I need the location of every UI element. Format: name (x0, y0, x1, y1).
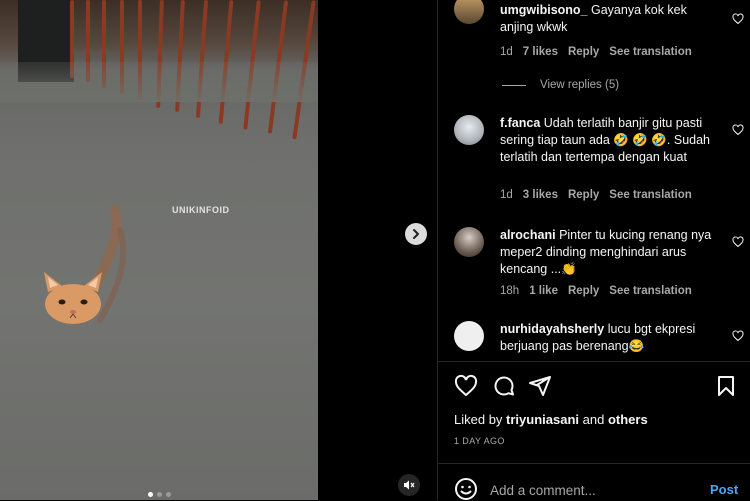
share-icon[interactable] (528, 374, 552, 398)
reply-button[interactable]: Reply (568, 285, 599, 297)
heart-icon[interactable] (732, 124, 744, 136)
likes-prefix: Liked by (454, 412, 503, 427)
carousel-dot[interactable] (166, 492, 171, 497)
divider (438, 361, 750, 362)
reply-button[interactable]: Reply (568, 46, 599, 58)
water-surface (0, 62, 318, 102)
mute-icon (404, 480, 415, 490)
heart-icon[interactable] (732, 330, 744, 342)
comment-likes[interactable]: 3 likes (523, 189, 558, 201)
carousel-dot[interactable] (148, 492, 153, 497)
watermark: UNIKINFOID (172, 205, 230, 215)
post-date[interactable]: 1 DAY AGO (454, 436, 505, 446)
comment-username[interactable]: nurhidayahsherly (500, 322, 604, 336)
mute-button[interactable] (398, 474, 420, 496)
see-translation-button[interactable]: See translation (609, 46, 691, 58)
divider (438, 463, 750, 464)
likes-conj: and (582, 412, 605, 427)
divider (502, 84, 526, 86)
comments-panel: umgwibisono_ Gayanya kok kek anjing wkwk… (437, 0, 750, 500)
avatar[interactable] (454, 0, 484, 24)
heart-icon[interactable] (732, 236, 744, 248)
comment-likes[interactable]: 1 like (529, 285, 558, 297)
comment-username[interactable]: umgwibisono_ (500, 3, 588, 17)
comment-time: 18h (500, 285, 520, 297)
liked-by-user[interactable]: triyuniasani (506, 412, 579, 427)
comment-item: umgwibisono_ Gayanya kok kek anjing wkwk… (454, 0, 744, 84)
carousel-dot[interactable] (157, 492, 162, 497)
avatar[interactable] (454, 115, 484, 145)
comment-item: f.fanca Udah terlatih banjir gitu pasti … (454, 115, 744, 210)
comment-time: 1d (500, 189, 513, 201)
reply-button[interactable]: Reply (568, 189, 599, 201)
post-button[interactable]: Post (710, 482, 738, 497)
emoji-icon[interactable] (454, 477, 478, 501)
comment-username[interactable]: f.fanca (500, 116, 540, 130)
post-media[interactable]: UNIKINFOID (0, 0, 318, 500)
cat-head (44, 272, 102, 324)
next-media-button[interactable] (405, 223, 427, 245)
avatar[interactable] (454, 227, 484, 257)
liked-by-others[interactable]: others (608, 412, 648, 427)
comment-likes[interactable]: 7 likes (523, 46, 558, 58)
likes-summary: Liked by triyuniasani and others (454, 412, 648, 427)
heart-icon[interactable] (454, 374, 478, 398)
see-translation-button[interactable]: See translation (609, 285, 691, 297)
view-replies-label: View replies (5) (540, 79, 620, 91)
heart-icon[interactable] (732, 13, 744, 25)
comment-input[interactable] (490, 480, 690, 500)
carousel-dots (148, 492, 171, 497)
comment-username[interactable]: alrochani (500, 228, 556, 242)
comment-item: nurhidayahsherly lucu bgt ekpresi berjua… (454, 321, 744, 361)
bookmark-icon[interactable] (714, 374, 738, 398)
comment-time: 1d (500, 46, 513, 58)
avatar[interactable] (454, 321, 484, 351)
view-replies-button[interactable]: View replies (5) (502, 79, 619, 91)
comment-item: alrochani Pinter tu kucing renang nya me… (454, 227, 744, 307)
comment-icon[interactable] (492, 374, 516, 398)
see-translation-button[interactable]: See translation (609, 189, 691, 201)
chevron-right-icon (413, 229, 419, 239)
